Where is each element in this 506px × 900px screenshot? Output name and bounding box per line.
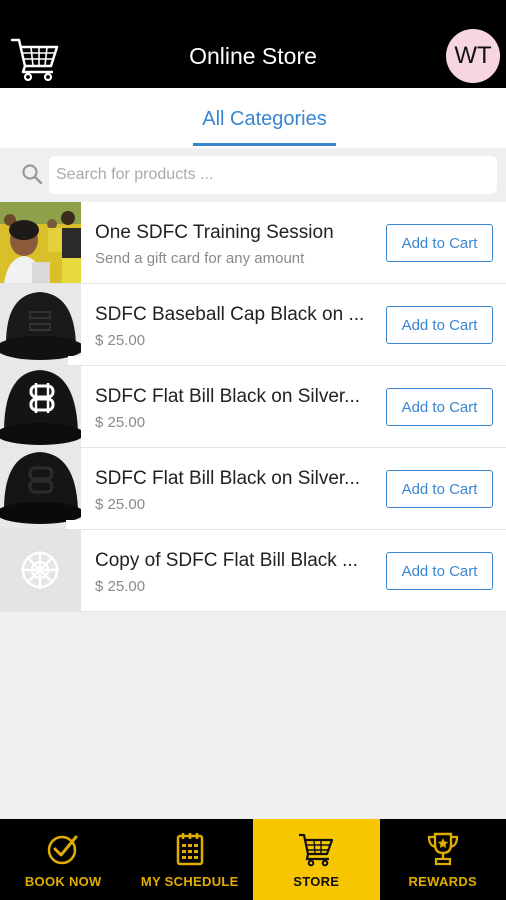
product-name: Copy of SDFC Flat Bill Black ... xyxy=(95,550,358,571)
product-row[interactable]: SDFC Flat Bill Black on Silver... $ 25.0… xyxy=(0,448,506,530)
add-to-cart-button[interactable]: Add to Cart xyxy=(386,470,493,508)
nav-label: STORE xyxy=(293,874,340,889)
tab-all-categories[interactable]: All Categories xyxy=(193,108,336,146)
trophy-icon xyxy=(427,832,458,866)
nav-label: REWARDS xyxy=(408,874,478,889)
product-price: $ 25.00 xyxy=(95,578,146,595)
nav-my-schedule[interactable]: MY SCHEDULE xyxy=(127,819,254,900)
page-title: Online Store xyxy=(189,43,317,69)
shopping-cart-icon xyxy=(299,833,334,867)
product-name: SDFC Baseball Cap Black on ... xyxy=(95,304,365,325)
product-row[interactable]: One SDFC Training Session Send a gift ca… xyxy=(0,202,506,284)
search-bar xyxy=(0,148,506,202)
add-to-cart-button[interactable]: Add to Cart xyxy=(386,552,493,590)
user-avatar[interactable]: WT xyxy=(446,29,500,83)
product-image-team-photo xyxy=(0,202,81,283)
check-circle-icon xyxy=(48,835,78,865)
category-tabs: All Categories xyxy=(0,88,506,148)
add-to-cart-button[interactable]: Add to Cart xyxy=(386,388,493,426)
product-name: One SDFC Training Session xyxy=(95,222,334,243)
search-icon xyxy=(22,164,43,185)
product-row[interactable]: SDFC Baseball Cap Black on ... $ 25.00 A… xyxy=(0,284,506,366)
product-image-black-cap xyxy=(0,284,81,365)
nav-label: MY SCHEDULE xyxy=(140,874,239,889)
product-image-flat-bill-cap-silver xyxy=(0,366,81,447)
calendar-icon xyxy=(176,833,203,866)
add-to-cart-button[interactable]: Add to Cart xyxy=(386,306,493,344)
nav-store[interactable]: STORE xyxy=(253,819,380,900)
nav-label: BOOK NOW xyxy=(24,874,102,889)
bottom-nav: BOOK NOW MY SCHEDULE STORE REWARDS xyxy=(0,819,506,900)
product-subtitle: Send a gift card for any amount xyxy=(95,250,305,267)
product-image-placeholder-logo xyxy=(0,530,81,611)
product-row[interactable]: Copy of SDFC Flat Bill Black ... $ 25.00… xyxy=(0,530,506,612)
nav-rewards[interactable]: REWARDS xyxy=(380,819,506,900)
product-list: One SDFC Training Session Send a gift ca… xyxy=(0,202,506,612)
product-price: $ 25.00 xyxy=(95,332,146,349)
product-row[interactable]: SDFC Flat Bill Black on Silver... $ 25.0… xyxy=(0,366,506,448)
app-header: Online Store WT xyxy=(0,0,506,88)
product-price: $ 25.00 xyxy=(95,496,146,513)
product-name: SDFC Flat Bill Black on Silver... xyxy=(95,468,361,489)
product-name: SDFC Flat Bill Black on Silver... xyxy=(95,386,361,407)
add-to-cart-button[interactable]: Add to Cart xyxy=(386,224,493,262)
product-price: $ 25.00 xyxy=(95,414,146,431)
product-image-flat-bill-cap-black xyxy=(0,448,81,529)
search-input[interactable] xyxy=(49,156,497,194)
nav-book-now[interactable]: BOOK NOW xyxy=(0,819,127,900)
